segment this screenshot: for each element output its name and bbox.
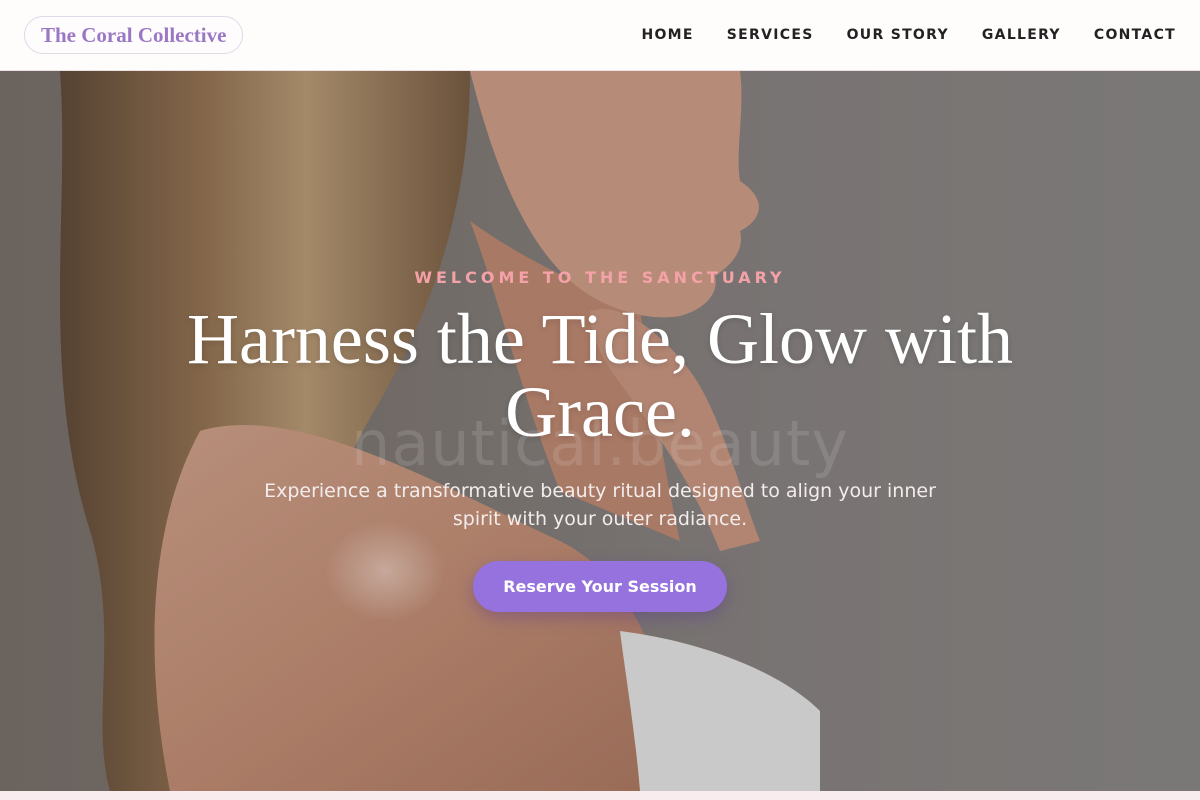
nav-gallery-link[interactable]: GALLERY (982, 27, 1061, 43)
nav-contact-link[interactable]: CONTACT (1094, 27, 1176, 43)
reserve-session-button[interactable]: Reserve Your Session (473, 561, 727, 612)
nav-our-story-link[interactable]: OUR STORY (847, 27, 949, 43)
section-divider (0, 791, 1200, 800)
hero-headline: Harness the Tide, Glow with Grace. (187, 299, 1013, 452)
nav-home-link[interactable]: HOME (641, 27, 693, 43)
hero-section: nautical.beauty WELCOME TO THE SANCTUARY… (0, 71, 1200, 791)
hero-subtext: Experience a transformative beauty ritua… (264, 480, 936, 530)
hero-content: WELCOME TO THE SANCTUARY Harness the Tid… (0, 71, 1200, 791)
site-logo[interactable]: The Coral Collective (24, 16, 244, 54)
site-header: The Coral Collective HOME SERVICES OUR S… (0, 0, 1200, 71)
nav-services-link[interactable]: SERVICES (727, 27, 814, 43)
main-nav: HOME SERVICES OUR STORY GALLERY CONTACT (641, 27, 1176, 43)
hero-eyebrow: WELCOME TO THE SANCTUARY (414, 268, 786, 287)
